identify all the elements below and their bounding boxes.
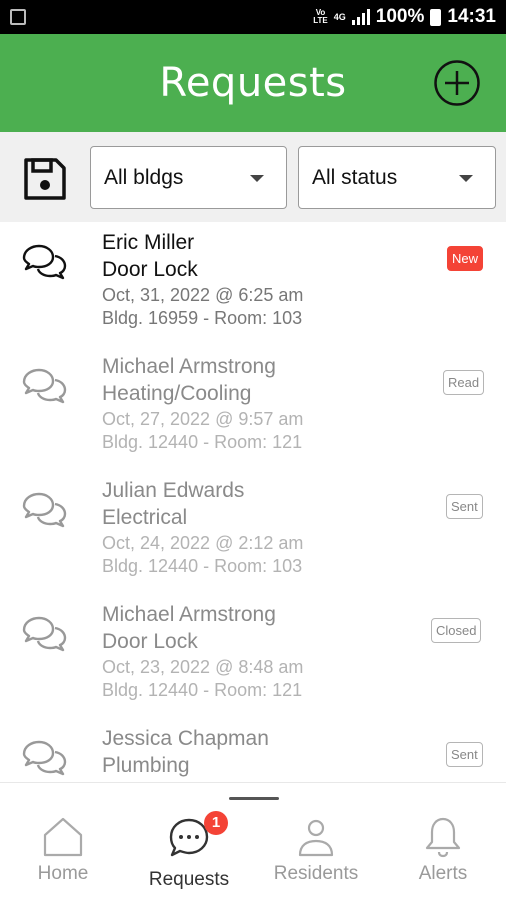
volte-icon: Vo LTE: [313, 8, 328, 25]
request-row[interactable]: Michael Armstrong Heating/Cooling Oct, 2…: [0, 346, 506, 470]
plus-circle-icon[interactable]: [433, 59, 481, 107]
bell-icon: [425, 817, 461, 858]
chat-bubbles-icon: [22, 740, 67, 776]
app-bar: Requests: [0, 34, 506, 132]
chevron-down-icon: [459, 175, 473, 182]
person-icon: [298, 819, 334, 857]
nav-residents[interactable]: Residents: [253, 811, 379, 891]
status-badge: New: [447, 246, 484, 271]
nav-residents-label: Residents: [273, 863, 359, 884]
network-label: 4G: [333, 11, 346, 22]
status-badge: Closed: [431, 618, 482, 643]
request-type: Plumbing: [102, 754, 190, 777]
building-select[interactable]: All bldgs: [90, 146, 287, 209]
request-list: Eric Miller Door Lock Oct, 31, 2022 @ 6:…: [0, 222, 506, 782]
request-date: Oct, 23, 2022 @ 8:48 am: [102, 657, 304, 677]
filter-bar: All bldgs All status: [0, 132, 506, 222]
request-location: Bldg. 12440 - Room: 121: [102, 432, 303, 452]
request-type: Electrical: [102, 506, 188, 529]
nav-home-label: Home: [37, 863, 89, 884]
requester-name: Julian Edwards: [102, 479, 245, 502]
request-location: Bldg. 16959 - Room: 103: [102, 308, 303, 328]
chevron-down-icon: [250, 175, 264, 182]
requester-name: Michael Armstrong: [102, 355, 276, 378]
nav-requests[interactable]: 1 Requests: [126, 811, 252, 891]
nav-home[interactable]: Home: [0, 811, 126, 891]
requester-name: Michael Armstrong: [102, 603, 276, 626]
page-title: Requests: [159, 60, 347, 106]
requester-name: Jessica Chapman: [102, 727, 269, 750]
request-location: Bldg. 12440 - Room: 121: [102, 680, 303, 700]
status-indicators: Vo LTE 4G 100% 14:31: [313, 0, 496, 34]
status-bar: Vo LTE 4G 100% 14:31: [0, 0, 506, 34]
nav-alerts-label: Alerts: [418, 863, 468, 884]
status-badge: Sent: [446, 742, 483, 767]
request-row[interactable]: Eric Miller Door Lock Oct, 31, 2022 @ 6:…: [0, 222, 506, 346]
battery-percent: 100%: [375, 6, 425, 27]
active-tab-indicator: [229, 797, 279, 800]
building-select-value: All bldgs: [104, 165, 184, 189]
requester-name: Eric Miller: [102, 231, 195, 254]
request-location: Bldg. 12440 - Room: 103: [102, 556, 303, 576]
request-date: Oct, 24, 2022 @ 2:12 am: [102, 533, 304, 553]
request-row[interactable]: Michael Armstrong Door Lock Oct, 23, 202…: [0, 594, 506, 718]
chat-bubbles-icon: [22, 492, 67, 528]
home-icon: [43, 817, 83, 857]
bottom-navigation: Home 1 Requests Residents Alerts: [0, 782, 506, 900]
request-type: Door Lock: [102, 630, 198, 653]
sim-icon: [10, 9, 26, 25]
request-date: Oct, 31, 2022 @ 6:25 am: [102, 285, 304, 305]
request-type: Heating/Cooling: [102, 382, 252, 405]
status-badge: Read: [443, 370, 485, 395]
requests-count-badge: 1: [204, 811, 228, 835]
status-select[interactable]: All status: [298, 146, 496, 209]
battery-icon: [430, 8, 442, 26]
nav-alerts[interactable]: Alerts: [380, 811, 506, 891]
request-row[interactable]: Jessica Chapman Plumbing Sent: [0, 718, 506, 782]
status-select-value: All status: [312, 165, 398, 189]
request-type: Door Lock: [102, 258, 198, 281]
clock: 14:31: [447, 6, 496, 27]
status-badge: Sent: [446, 494, 483, 519]
chat-bubbles-icon: [22, 616, 67, 652]
request-row[interactable]: Julian Edwards Electrical Oct, 24, 2022 …: [0, 470, 506, 594]
request-date: Oct, 27, 2022 @ 9:57 am: [102, 409, 304, 429]
signal-icon: [351, 9, 370, 25]
chat-bubbles-icon: [22, 368, 67, 404]
floppy-disk-icon[interactable]: [22, 156, 68, 202]
nav-requests-label: Requests: [148, 869, 230, 890]
chat-bubbles-icon: [22, 244, 67, 280]
